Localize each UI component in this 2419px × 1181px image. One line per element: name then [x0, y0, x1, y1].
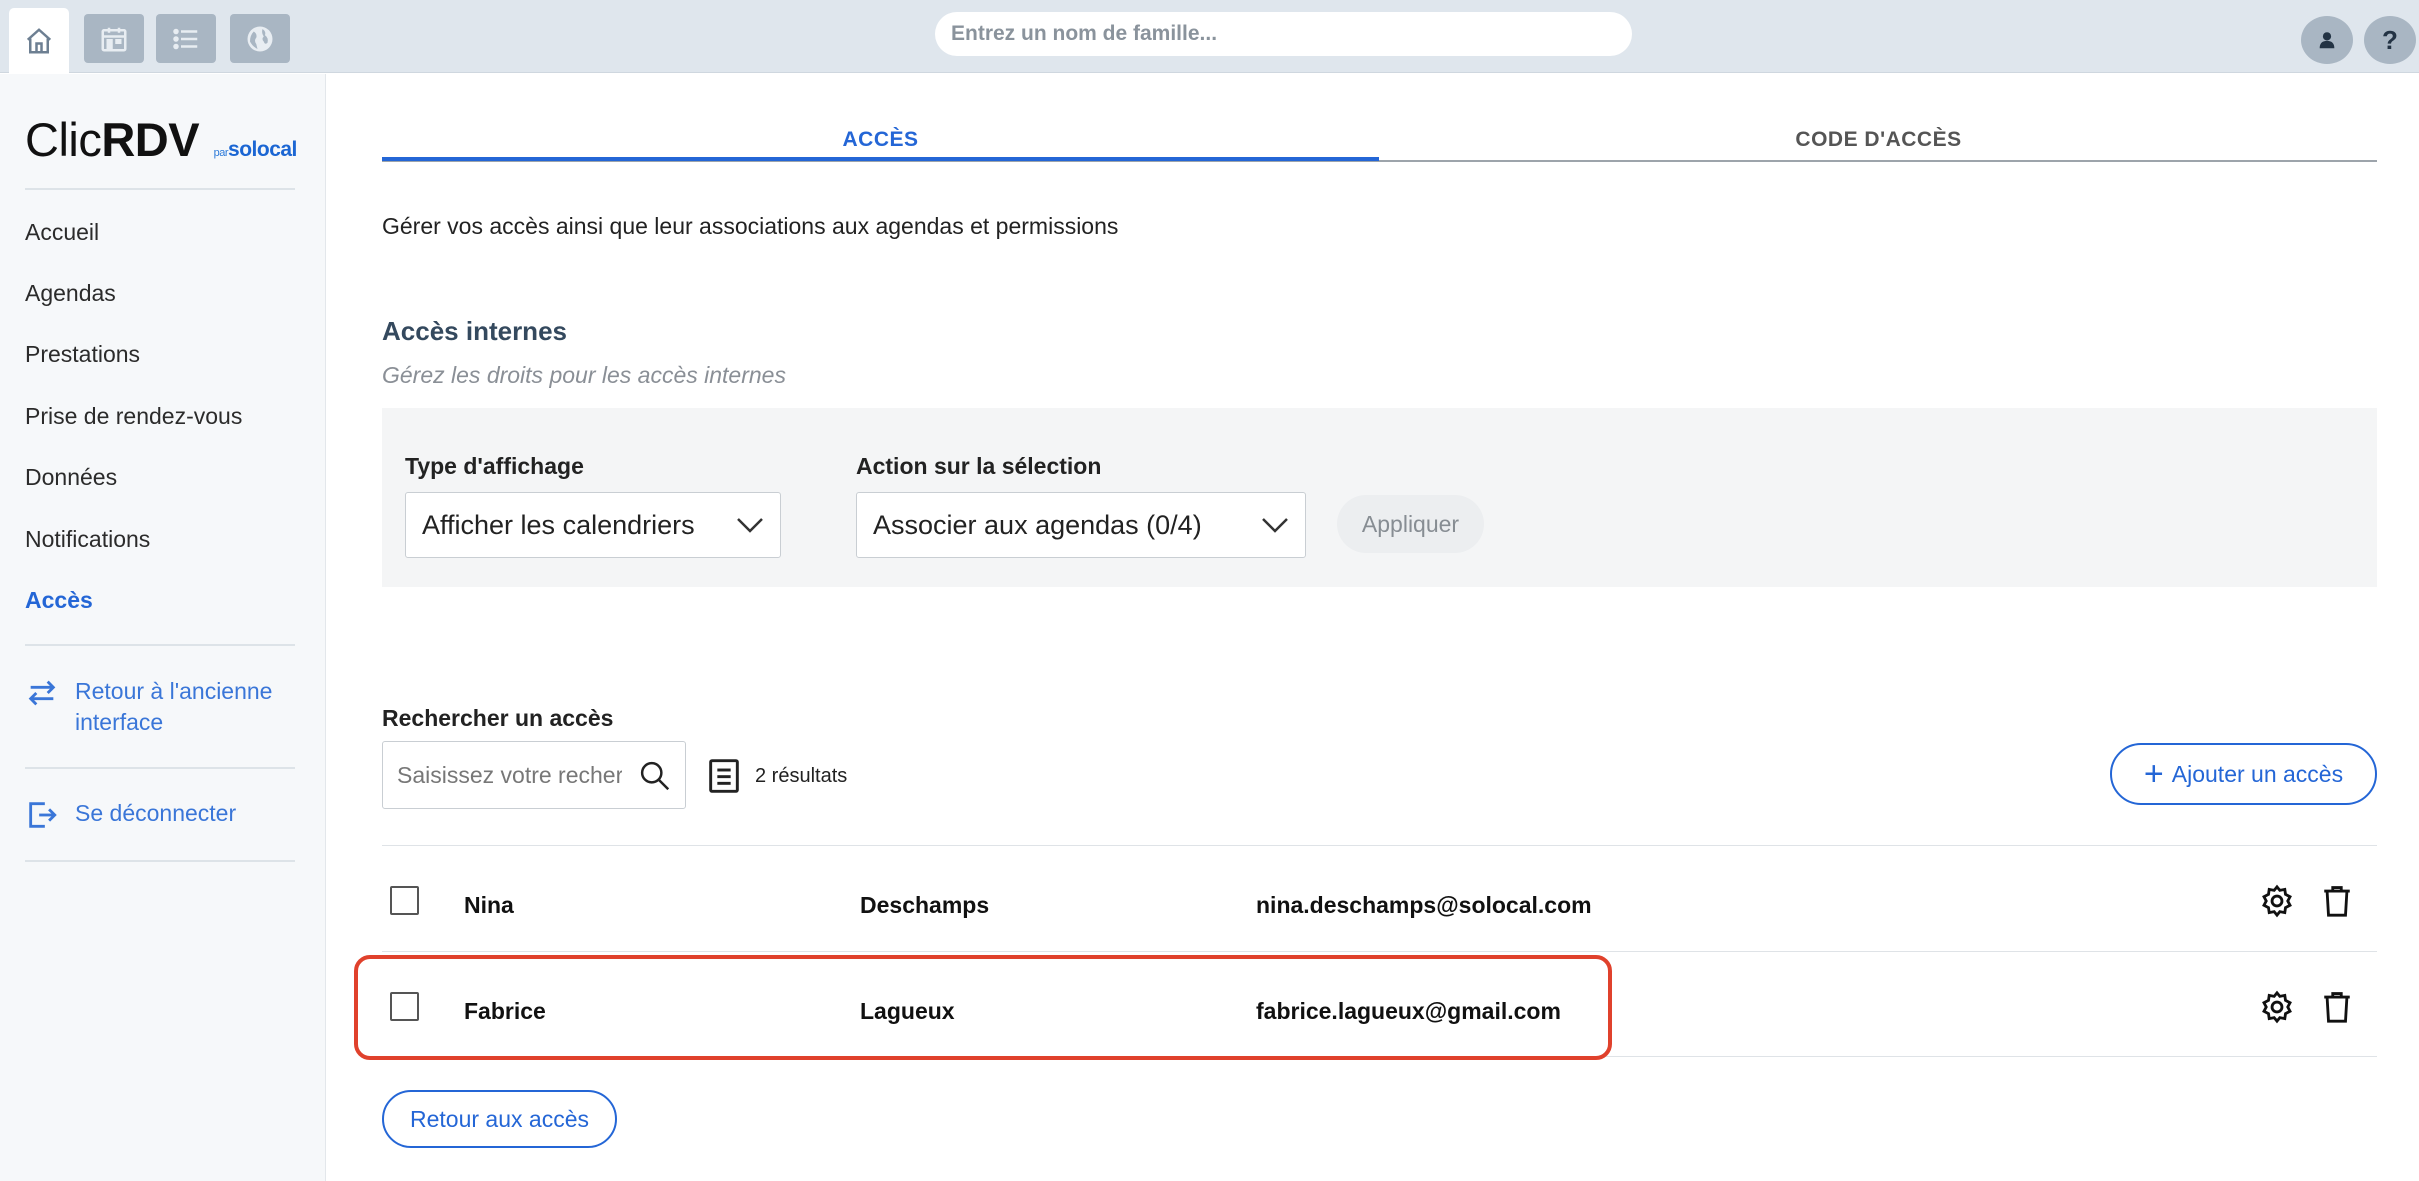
- list-icon: [173, 28, 198, 49]
- sidebar-item-accueil[interactable]: Accueil: [25, 219, 99, 246]
- section-subtitle: Gérez les droits pour les accès internes: [382, 362, 786, 388]
- calendar-icon: [101, 27, 127, 51]
- logo-solocal: solocal: [228, 138, 297, 161]
- document-icon: [709, 759, 739, 793]
- search-access-field: [382, 741, 686, 809]
- gear-icon[interactable]: [2260, 884, 2294, 918]
- calendar-button[interactable]: [84, 14, 144, 63]
- display-type-value: Afficher les calendriers: [422, 509, 695, 540]
- sidebar-item-agendas[interactable]: Agendas: [25, 280, 116, 307]
- selection-action-label: Action sur la sélection: [856, 453, 1102, 479]
- email-cell: nina.deschamps@solocal.com: [1256, 892, 1592, 918]
- sidebar-divider: [25, 644, 295, 646]
- sidebar-divider: [25, 188, 295, 190]
- trash-icon[interactable]: [2320, 884, 2354, 918]
- home-button[interactable]: [9, 8, 69, 74]
- logout-label: Se déconnecter: [75, 800, 237, 826]
- user-account-button[interactable]: [2301, 16, 2353, 64]
- list-button[interactable]: [156, 14, 216, 63]
- filters-panel: Type d'affichage Afficher les calendrier…: [382, 408, 2377, 587]
- active-tab-indicator: [382, 157, 1379, 161]
- chevron-down-icon: [1262, 518, 1288, 533]
- back-old-interface-label: Retour à l'ancienne: [75, 678, 273, 704]
- results-count-text: 2 résultats: [755, 764, 848, 787]
- top-bar: ?: [0, 0, 2419, 74]
- family-name-search-input[interactable]: [935, 12, 1632, 56]
- last-name-cell: Deschamps: [860, 892, 990, 918]
- display-type-select[interactable]: Afficher les calendriers: [405, 492, 781, 558]
- selection-action-select[interactable]: Associer aux agendas (0/4): [856, 492, 1306, 558]
- logout-icon: [29, 802, 57, 828]
- back-old-interface-link[interactable]: Retour à l'ancienne interface: [25, 676, 272, 738]
- sidebar-divider: [25, 767, 295, 769]
- sidebar-item-prestations[interactable]: Prestations: [25, 341, 140, 368]
- globe-button[interactable]: [230, 14, 290, 63]
- plus-icon: +: [2143, 755, 2164, 793]
- tab-acces[interactable]: ACCÈS: [382, 128, 1379, 161]
- trash-icon[interactable]: [2320, 990, 2354, 1024]
- sidebar-item-notifications[interactable]: Notifications: [25, 526, 150, 553]
- table-row: Fabrice Lagueux fabrice.lagueux@gmail.co…: [382, 951, 2377, 1057]
- sidebar-item-acces[interactable]: Accès: [25, 587, 93, 614]
- swap-arrows-icon: [28, 680, 56, 706]
- display-type-label: Type d'affichage: [405, 453, 584, 479]
- user-icon: [2319, 32, 2335, 49]
- sidebar-item-donnees[interactable]: Données: [25, 464, 117, 491]
- logo-par: par: [213, 147, 229, 159]
- apply-button[interactable]: Appliquer: [1337, 495, 1484, 553]
- add-access-button[interactable]: + Ajouter un accès: [2110, 743, 2377, 805]
- chevron-down-icon: [737, 518, 763, 533]
- email-cell: fabrice.lagueux@gmail.com: [1256, 998, 1561, 1024]
- selection-action-value: Associer aux agendas (0/4): [873, 509, 1202, 540]
- search-icon[interactable]: [638, 759, 671, 792]
- logo-rdv: RDV: [101, 113, 200, 166]
- row-checkbox[interactable]: [390, 886, 419, 915]
- sidebar-item-prise-de-rendez-vous[interactable]: Prise de rendez-vous: [25, 403, 242, 430]
- logout-link[interactable]: Se déconnecter: [25, 798, 236, 832]
- page-description: Gérer vos accès ainsi que leur associati…: [382, 213, 1119, 239]
- table-row: Nina Deschamps nina.deschamps@solocal.co…: [382, 845, 2377, 951]
- add-access-label: Ajouter un accès: [2171, 760, 2344, 787]
- tab-acces-label: ACCÈS: [842, 128, 919, 151]
- logo-clic: Clic: [25, 113, 102, 166]
- clicrdv-logo: ClicRDV parsolocal: [25, 112, 297, 167]
- help-icon: ?: [2382, 24, 2398, 55]
- first-name-cell: Fabrice: [464, 998, 546, 1024]
- globe-icon: [247, 26, 273, 51]
- sidebar: ClicRDV parsolocal Accueil Agendas Prest…: [0, 74, 326, 1181]
- tab-code-acces[interactable]: CODE D'ACCÈS: [1380, 128, 2377, 152]
- last-name-cell: Lagueux: [860, 998, 955, 1024]
- section-title: Accès internes: [382, 316, 567, 346]
- back-to-access-button[interactable]: Retour aux accès: [382, 1090, 617, 1148]
- sidebar-divider: [25, 860, 295, 862]
- back-old-interface-label-2: interface: [75, 709, 164, 735]
- tab-bar: ACCÈS CODE D'ACCÈS: [382, 120, 2377, 162]
- help-button[interactable]: ?: [2364, 16, 2416, 64]
- row-checkbox[interactable]: [390, 992, 419, 1021]
- search-access-label: Rechercher un accès: [382, 705, 614, 731]
- home-icon: [26, 28, 52, 54]
- results-count: 2 résultats: [708, 758, 847, 794]
- search-access-input[interactable]: [397, 758, 622, 792]
- first-name-cell: Nina: [464, 892, 514, 918]
- gear-icon[interactable]: [2260, 990, 2294, 1024]
